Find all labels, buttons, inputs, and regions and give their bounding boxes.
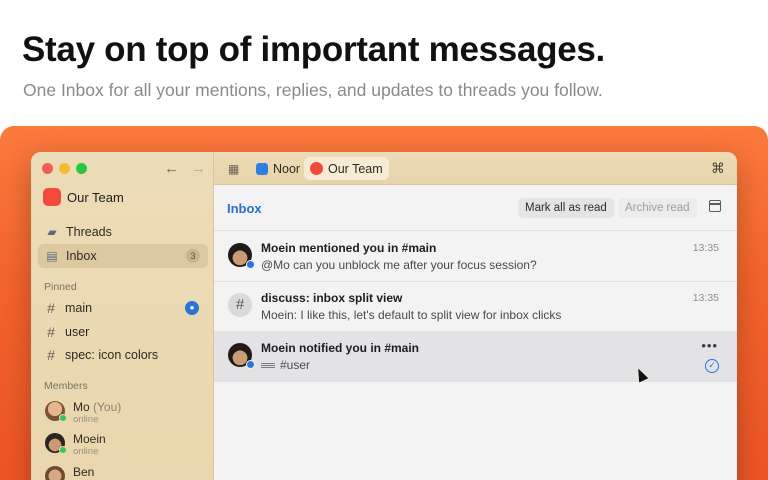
app-window: ←→ Our Team ▰ Threads ▤ Inbox 3 Pinned #… [31, 152, 737, 480]
team-icon [310, 162, 323, 175]
inbox-toolbar: Inbox Mark all as read Archive read [214, 185, 737, 231]
message-channel: #user [280, 358, 311, 372]
more-icon[interactable]: ••• [701, 338, 718, 353]
message-title: discuss: inbox split view [261, 291, 403, 305]
online-indicator [59, 414, 67, 422]
app-icon [256, 162, 268, 175]
message-title: Moein mentioned you in #main [261, 241, 437, 255]
members-section-label: Members [44, 380, 88, 392]
history-arrows: ←→ [164, 160, 218, 177]
message-time: 13:35 [692, 242, 719, 254]
member-name: Ben [73, 465, 95, 479]
channel-icon [261, 362, 275, 369]
inbox-title: Inbox [227, 201, 262, 216]
page-subline: One Inbox for all your mentions, replies… [23, 80, 603, 100]
avatar [45, 433, 67, 454]
bell-icon: ● [185, 301, 199, 315]
sidebar-item-label: user [65, 325, 90, 339]
message-title: Moein notified you in #main [261, 341, 420, 355]
sidebar-item-label: spec: icon colors [65, 348, 159, 362]
avatar [45, 466, 65, 480]
bell-icon [246, 360, 255, 369]
inbox-message[interactable]: # discuss: inbox split view Moein: I lik… [214, 282, 737, 332]
tab-bar: ▦ Noor Our Team ⌘ [214, 152, 737, 185]
sidebar: ←→ Our Team ▰ Threads ▤ Inbox 3 Pinned #… [31, 152, 214, 480]
team-name: Our Team [67, 189, 124, 205]
member-you-suffix: (You) [93, 400, 122, 414]
close-window-button[interactable] [42, 163, 53, 174]
member-ben[interactable]: Ben [45, 466, 94, 480]
check-icon[interactable]: ✓ [705, 359, 719, 373]
archive-read-button[interactable]: Archive read [618, 198, 697, 218]
grid-icon[interactable]: ▦ [228, 162, 239, 176]
zoom-window-button[interactable] [76, 163, 87, 174]
sidebar-item-user[interactable]: # user [38, 320, 208, 344]
sidebar-item-main[interactable]: # main ● [38, 296, 208, 320]
hash-icon: # [47, 324, 55, 340]
sidebar-item-label: main [65, 301, 93, 315]
member-status: online [73, 414, 99, 425]
sidebar-item-threads[interactable]: ▰ Threads [38, 220, 208, 244]
message-body: @Mo can you unblock me after your focus … [261, 258, 537, 272]
sidebar-item-label: Inbox [66, 249, 97, 263]
sidebar-item-label: Threads [66, 225, 112, 239]
member-name: Moein [73, 432, 106, 446]
threads-icon: ▰ [47, 225, 57, 239]
avatar [228, 343, 255, 369]
inbox-message[interactable]: Moein mentioned you in #main @Mo can you… [214, 232, 737, 282]
tab-label: Noor [273, 161, 301, 176]
online-indicator [59, 446, 67, 454]
sidebar-item-inbox[interactable]: ▤ Inbox 3 [38, 244, 208, 268]
hash-icon: # [228, 293, 252, 317]
command-icon[interactable]: ⌘ [711, 160, 725, 177]
member-status: online [73, 446, 99, 457]
member-mo[interactable]: Mo (You) online [45, 401, 121, 426]
tab-our-team[interactable]: Our Team [304, 157, 389, 180]
avatar [45, 401, 67, 422]
tab-noor[interactable]: Noor [250, 157, 306, 180]
mention-badge-icon [246, 260, 255, 269]
hash-icon: # [47, 300, 55, 316]
message-body: #user [261, 358, 310, 372]
member-name: Mo (You) [73, 401, 121, 414]
mark-all-read-button[interactable]: Mark all as read [518, 198, 614, 218]
window-controls [42, 163, 87, 174]
tab-label: Our Team [328, 161, 383, 176]
message-body: Moein: I like this, let's default to spl… [261, 308, 562, 322]
inbox-message[interactable]: Moein notified you in #main #user ••• ✓ [214, 332, 737, 382]
page-headline: Stay on top of important messages. [22, 30, 605, 69]
avatar [228, 243, 255, 269]
inbox-icon: ▤ [46, 249, 58, 263]
sidebar-item-spec-icon-colors[interactable]: # spec: icon colors [38, 343, 208, 367]
minimize-window-button[interactable] [59, 163, 70, 174]
team-icon [43, 188, 61, 206]
member-moein[interactable]: Moein online [45, 433, 106, 458]
inbox-count-badge: 3 [186, 249, 200, 263]
hash-icon: # [47, 347, 55, 363]
calendar-icon[interactable] [709, 200, 721, 212]
member-name-text: Mo [73, 400, 90, 414]
pinned-section-label: Pinned [44, 281, 77, 293]
team-switcher[interactable]: Our Team [43, 188, 124, 206]
message-time: 13:35 [692, 292, 719, 304]
back-arrow-icon[interactable]: ← [164, 160, 191, 177]
